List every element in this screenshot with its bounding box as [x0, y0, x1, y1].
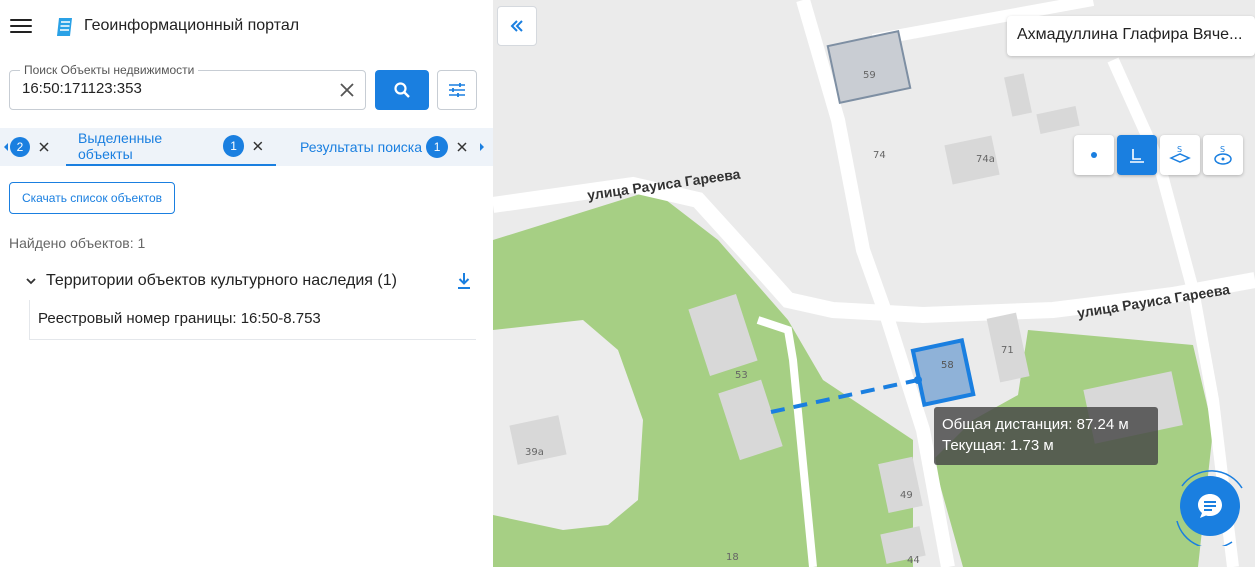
tab-badge: 1 [222, 135, 245, 157]
house-number: 58 [941, 360, 954, 371]
point-tool-icon [1091, 152, 1097, 158]
tooltip-current: Текущая: 1.73 м [942, 437, 1054, 454]
area-tool-button[interactable]: S [1160, 135, 1200, 175]
menu-icon[interactable] [10, 15, 32, 37]
tabs-scroll-right-icon[interactable] [478, 140, 486, 154]
double-chevron-left-icon [510, 20, 523, 32]
selected-building [910, 338, 976, 407]
measure-point [914, 376, 922, 384]
group-title: Территории объектов культурного наследия… [46, 272, 397, 289]
line-tool-icon [1130, 149, 1144, 163]
line-tool-button[interactable] [1117, 135, 1157, 175]
tabs-scroll-left-icon[interactable] [2, 140, 10, 154]
point-tool-button[interactable] [1074, 135, 1114, 175]
search-field[interactable]: Поиск Объекты недвижимости [9, 63, 366, 110]
tab-selected-objects[interactable]: Выделенные объекты 1 [66, 128, 276, 166]
house-number: 74а [976, 154, 995, 165]
found-count: Найдено объектов: 1 [9, 235, 146, 251]
filter-button[interactable] [437, 70, 477, 110]
search-button[interactable] [375, 70, 429, 110]
house-number: 39а [525, 447, 544, 458]
download-list-button[interactable]: Скачать список объектов [9, 182, 175, 214]
measure-tooltip: Общая дистанция: 87.24 м Текущая: 1.73 м [934, 407, 1158, 465]
house-number: 74 [873, 150, 886, 161]
tab-badge: 2 [10, 137, 30, 157]
svg-text:S: S [1177, 145, 1182, 154]
house-number: 59 [863, 70, 876, 81]
svg-text:S: S [1220, 145, 1225, 154]
map-canvas[interactable]: улица Рауиса Гареева улица Рауиса Гареев… [493, 0, 1255, 567]
chat-button[interactable] [1180, 476, 1240, 536]
area-tool-icon: S [1169, 145, 1191, 163]
result-group[interactable]: Территории объектов культурного наследия… [24, 270, 472, 292]
circle-tool-icon: S [1214, 145, 1232, 165]
list-item[interactable]: Реестровый номер границы: 16:50-8.753 [29, 300, 476, 340]
close-tab-icon[interactable] [252, 140, 264, 152]
close-tab-icon[interactable] [456, 141, 468, 153]
search-input[interactable] [22, 80, 322, 97]
house-number: 44 [907, 555, 920, 566]
user-name[interactable]: Ахмадуллина Глафира Вяче... [1007, 16, 1255, 56]
tab-label: Результаты поиска [300, 139, 423, 155]
header: Геоинформационный портал [0, 0, 493, 54]
street-label: улица Рауиса Гареева [1076, 281, 1231, 321]
search-label: Поиск Объекты недвижимости [20, 63, 199, 77]
tab-badge: 1 [426, 136, 449, 158]
chevron-down-icon[interactable] [24, 274, 38, 288]
house-number: 53 [735, 370, 748, 381]
map-view[interactable]: улица Рауиса Гареева улица Рауиса Гареев… [493, 0, 1255, 567]
chat-icon [1198, 494, 1222, 518]
house-number: 18 [726, 552, 739, 563]
download-icon[interactable] [456, 272, 472, 290]
tab-label: Выделенные объекты [78, 130, 163, 162]
logo-icon [57, 18, 72, 36]
close-tab-icon[interactable] [38, 141, 50, 153]
house-number: 71 [1001, 345, 1014, 356]
tab-bar: 2 Выделенные объекты 1 Результаты поиска… [0, 128, 493, 166]
app-title: Геоинформационный портал [84, 17, 300, 34]
circle-tool-button[interactable]: S [1203, 135, 1243, 175]
side-panel: Геоинформационный портал Поиск Объекты н… [0, 0, 493, 567]
collapse-panel-button[interactable] [497, 6, 537, 46]
tooltip-total: Общая дистанция: 87.24 м [942, 416, 1129, 433]
building [826, 29, 912, 105]
house-number: 49 [900, 490, 913, 501]
tab-search-results[interactable]: Результаты поиска 1 [300, 128, 468, 166]
app: Геоинформационный портал Поиск Объекты н… [0, 0, 1255, 567]
tab-previous[interactable]: 2 [10, 128, 50, 166]
search-icon [394, 82, 410, 98]
building [1004, 73, 1032, 117]
building [1036, 106, 1080, 134]
clear-icon[interactable] [337, 80, 357, 100]
filter-settings-icon [449, 83, 465, 97]
